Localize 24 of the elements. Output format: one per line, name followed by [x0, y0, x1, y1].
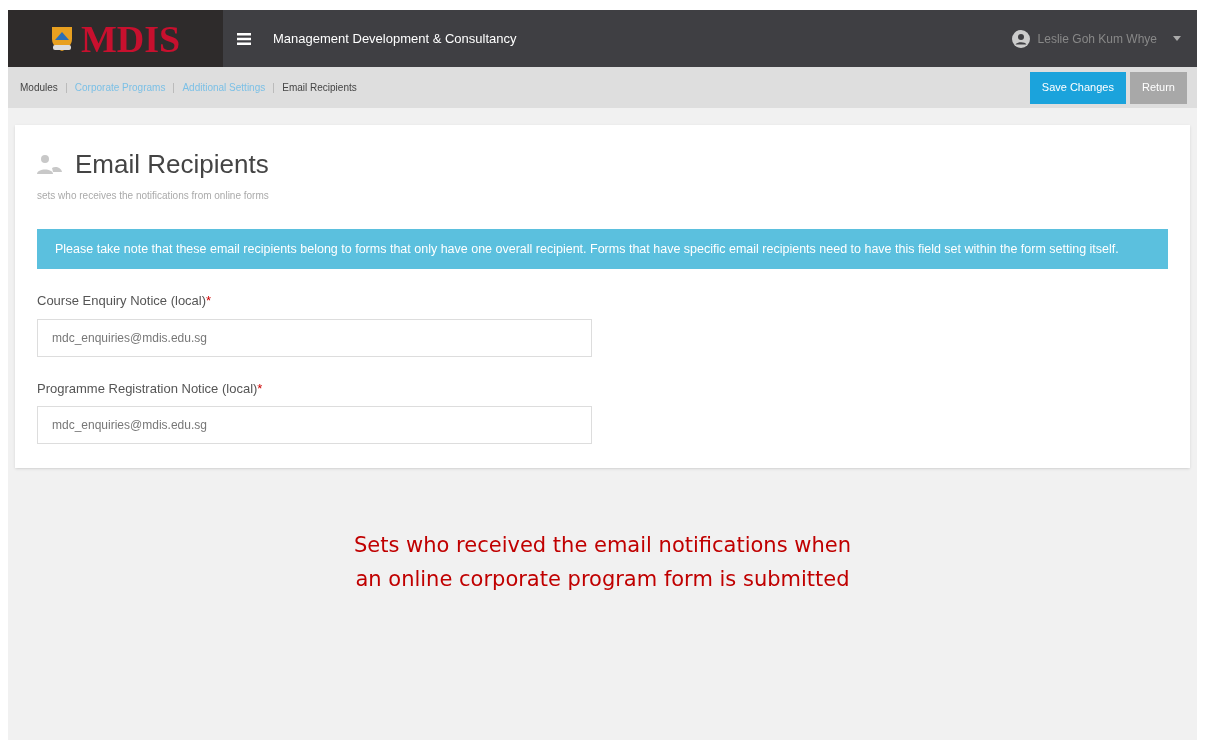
user-icon[interactable] [1011, 29, 1030, 48]
save-button[interactable]: Save Changes [1029, 71, 1126, 104]
breadcrumb-item: Modules [20, 81, 58, 95]
email-field[interactable]: mdc_enquiries@mdis.edu.sg [37, 406, 592, 444]
page-title: Email Recipients [75, 148, 269, 181]
field-label: Programme Registration Notice (local) [37, 380, 258, 396]
user-name[interactable]: Leslie Goh Kum Whye [1037, 29, 1157, 48]
users-icon [37, 153, 63, 176]
logo-text: MDIS [80, 19, 181, 58]
annotation: Sets who received the email notifications when an online corporate program form is submitted [353, 532, 852, 593]
field-label: Course Enquiry Notice (local) [37, 293, 207, 308]
app-title: Management Development & Consultancy [273, 29, 517, 48]
required-mark: * [206, 293, 212, 308]
page-subtitle: sets who receives the notifications from online forms [37, 189, 270, 203]
email-field[interactable]: mdc_enquiries@mdis.edu.sg [37, 318, 592, 357]
crest-icon [50, 25, 73, 52]
breadcrumb-link[interactable]: Corporate Programs [74, 80, 166, 95]
required-mark: * [257, 380, 263, 396]
caret-icon[interactable] [1173, 36, 1181, 41]
menu-icon[interactable] [237, 32, 251, 45]
info-alert: Please take note that these email recipients belong to forms that only have one overall recipient. Forms that have specific email recipients need to have this field set within the form setting itself. [37, 229, 1168, 269]
breadcrumb-link[interactable]: Additional Settings [182, 80, 266, 95]
breadcrumb-item: Email Recipients [282, 81, 357, 95]
return-button[interactable]: Return [1129, 71, 1187, 104]
